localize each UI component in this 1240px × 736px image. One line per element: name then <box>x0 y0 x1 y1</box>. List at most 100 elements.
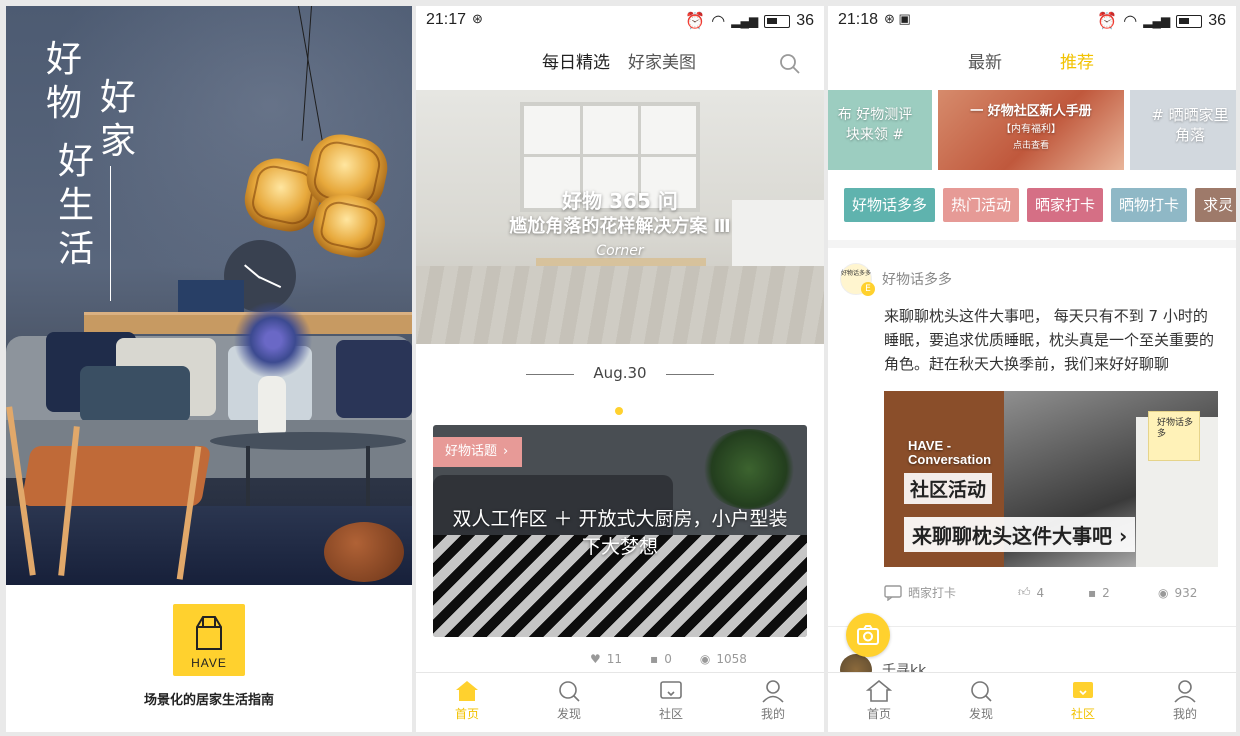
home-top-tabs: 每日精选 好家美图 <box>416 40 824 97</box>
bottom-nav: 首页 发现 社区 我的 <box>416 672 824 732</box>
post-category[interactable]: 晒家打卡 <box>908 584 956 601</box>
living-room-photo: 好物 好家 好生活 <box>6 6 412 585</box>
article-title: 双人工作区 ＋ 开放式大厨房，小户型装下大梦想 <box>452 508 788 558</box>
title-divider <box>110 166 111 301</box>
user-icon <box>762 680 784 703</box>
date-label: Aug.30 <box>593 364 647 382</box>
category-chip[interactable]: 晒物打卡 <box>1111 188 1188 222</box>
battery-icon <box>764 14 791 28</box>
banner-caption: Corner <box>596 243 644 259</box>
comment-icon[interactable]: ▪ <box>650 652 658 666</box>
chevron-right-icon: › <box>503 444 509 459</box>
article-stats: ♥ 11 ▪ 0 ◉ 1058 <box>590 652 810 666</box>
like-count: 11 <box>606 652 623 666</box>
home-icon <box>456 681 478 701</box>
splash-title-col2: 好家 <box>99 77 136 162</box>
like-count: 4 <box>1036 585 1045 600</box>
nav-community[interactable]: 社区 <box>620 673 722 732</box>
status-bar: 21:17 ⊛ ⏰ ◠ ▂▄▆ 36 <box>416 6 824 34</box>
post-footer: 晒家打卡 👍︎ 4 ▪ 2 ◉ 932 <box>884 584 1224 601</box>
battery-level: 36 <box>796 12 814 29</box>
lounge-chair <box>20 446 212 506</box>
community-screen: 21:18 ⊛ ▣ ⏰ ◠ ▂▄▆ 36 最新 推荐 布 好物测评 块来领 # … <box>828 6 1236 732</box>
nav-home[interactable]: 首页 <box>828 673 930 732</box>
nav-discover[interactable]: 发现 <box>518 673 620 732</box>
user-icon <box>1174 680 1196 703</box>
thumbs-up-icon[interactable]: 👍︎ <box>1018 585 1031 600</box>
signal-icon: ▂▄▆ <box>1143 14 1171 28</box>
status-bar: 21:18 ⊛ ▣ ⏰ ◠ ▂▄▆ 36 <box>828 6 1236 34</box>
post-body[interactable]: 来聊聊枕头这件大事吧， 每天只有不到 7 小时的睡眠，要追求优质睡眠，枕头真是一… <box>884 304 1222 376</box>
nav-profile[interactable]: 我的 <box>1134 673 1236 732</box>
eye-icon: ◉ <box>699 652 711 666</box>
avatar[interactable]: 好物话多多 E <box>840 263 875 296</box>
coffee-table <box>210 432 406 450</box>
category-chip[interactable]: 晒家打卡 <box>1027 188 1104 222</box>
logo-text: HAVE <box>191 656 227 670</box>
nav-home[interactable]: 首页 <box>416 673 518 732</box>
comment-count: 0 <box>664 652 672 666</box>
nav-profile[interactable]: 我的 <box>722 673 824 732</box>
category-chip[interactable]: 求灵 <box>1195 188 1236 222</box>
article-card[interactable]: 好物话题 › 双人工作区 ＋ 开放式大厨房，小户型装下大梦想 <box>433 425 807 637</box>
search-icon <box>971 681 992 702</box>
bottom-nav: 首页 发现 社区 我的 <box>828 672 1236 732</box>
have-logo: HAVE <box>173 604 245 676</box>
tab-home-gallery[interactable]: 好家美图 <box>628 48 696 83</box>
image-heading: 社区活动 <box>904 473 993 504</box>
view-count: 932 <box>1174 585 1198 600</box>
level-badge: E <box>861 282 875 296</box>
topic-card[interactable]: # 晒晒家里 角落 <box>1130 90 1236 170</box>
category-chip[interactable]: 好物话多多 <box>844 188 936 222</box>
category-chip[interactable]: 热门活动 <box>943 188 1020 222</box>
battery-level: 36 <box>1208 12 1226 29</box>
splash-title-col1: 好物 <box>45 39 82 124</box>
alarm-icon: ⏰ <box>685 13 706 30</box>
tab-daily-picks[interactable]: 每日精选 <box>534 48 620 97</box>
view-count: 1058 <box>716 652 747 666</box>
topic-card[interactable]: 布 好物测评 块来领 # <box>828 90 932 170</box>
comment-icon[interactable]: ▪ <box>1088 586 1096 600</box>
featured-banner[interactable]: 好物 365 问 尴尬角落的花样解决方案 Ⅲ Corner <box>416 90 824 415</box>
wifi-icon: ◠ <box>711 13 726 30</box>
chat-bubble-icon <box>660 681 682 699</box>
weibo-image-icons: ⊛ ▣ <box>884 11 911 26</box>
tab-recommended[interactable]: 推荐 <box>1032 48 1124 97</box>
carousel-indicator <box>615 407 623 415</box>
image-subheading: 来聊聊枕头这件大事吧 › <box>904 517 1136 552</box>
banner-subtitle: 尴尬角落的花样解决方案 Ⅲ <box>509 216 731 237</box>
weibo-icon: ⊛ <box>472 11 483 26</box>
alarm-icon: ⏰ <box>1097 13 1118 30</box>
topic-tag[interactable]: 好物话题 › <box>433 437 523 467</box>
tagline: 场景化的居家生活指南 <box>143 693 274 708</box>
image-badge: 好物话多多 <box>1148 411 1200 461</box>
home-screen: 21:17 ⊛ ⏰ ◠ ▂▄▆ 36 每日精选 好家美图 好物 365 问 尴尬… <box>416 6 824 732</box>
splash-screen: 好物 好家 好生活 HAVE 场景化的居家生活指南 <box>6 6 412 732</box>
search-icon <box>559 681 580 702</box>
search-icon[interactable] <box>778 52 802 76</box>
date-separator: Aug.30 <box>416 364 824 384</box>
community-top-tabs: 最新 推荐 <box>828 40 1236 97</box>
status-time: 21:17 <box>426 11 467 28</box>
topic-card[interactable]: 一 好物社区新人手册 【内有福利】 点击查看 <box>938 90 1124 170</box>
house-bag-icon <box>196 616 222 650</box>
post-image[interactable]: HAVE - Conversation 社区活动 来聊聊枕头这件大事吧 › 好物… <box>884 391 1218 567</box>
nav-community[interactable]: 社区 <box>1032 673 1134 732</box>
comment-count: 2 <box>1102 585 1110 600</box>
camera-fab[interactable] <box>846 613 890 657</box>
author-name[interactable]: 好物话多多 <box>882 269 952 289</box>
chat-icon <box>884 584 902 601</box>
battery-icon <box>1176 14 1203 28</box>
topic-carousel: 布 好物测评 块来领 # 一 好物社区新人手册 【内有福利】 点击查看 # 晒晒… <box>828 90 1236 170</box>
leather-pouf <box>324 522 404 582</box>
category-chips: 好物话多多 热门活动 晒家打卡 晒物打卡 求灵 <box>844 188 1236 222</box>
signal-icon: ▂▄▆ <box>731 14 759 28</box>
banner-title: 好物 365 问 <box>562 189 678 213</box>
nav-discover[interactable]: 发现 <box>930 673 1032 732</box>
eye-icon: ◉ <box>1158 585 1169 600</box>
tab-latest[interactable]: 最新 <box>968 48 1002 83</box>
camera-icon <box>857 625 879 645</box>
post-author[interactable]: 好物话多多 E 好物话多多 <box>840 262 952 296</box>
heart-icon[interactable]: ♥ <box>590 652 601 666</box>
home-icon <box>866 679 892 702</box>
